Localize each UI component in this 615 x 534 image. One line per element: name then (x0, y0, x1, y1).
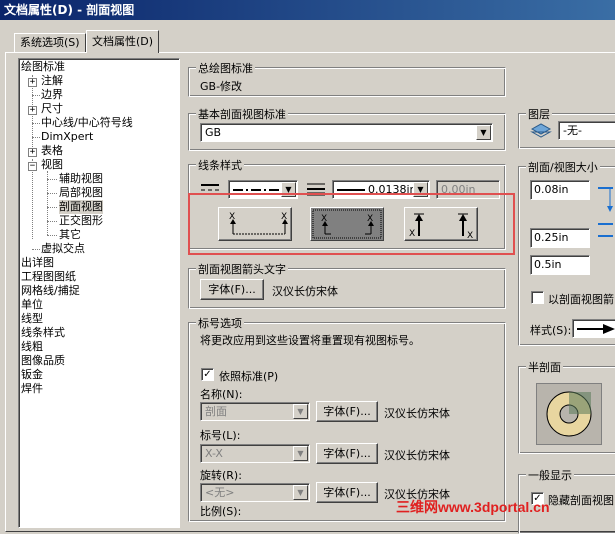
name-label: 名称(N): (200, 388, 243, 401)
rotate-label: 旋转(R): (200, 469, 242, 482)
half-section-preview[interactable] (536, 383, 602, 445)
tree-item-tables[interactable]: 表格 (41, 144, 63, 158)
general-display-label: 一般显示 (526, 467, 574, 483)
id-label: 标号(L): (200, 429, 241, 442)
tree-item-drawing-sheets[interactable]: 工程图图纸 (21, 270, 76, 284)
base-standard-label: 基本剖面视图标准 (196, 106, 288, 122)
layer-icon (530, 121, 552, 139)
section-size-label: 剖面/视图大小 (526, 159, 600, 175)
tree-item-dimensions[interactable]: 尺寸 (41, 102, 63, 116)
tree-item-annotations[interactable]: 注解 (41, 74, 63, 88)
expand-icon[interactable]: + (28, 78, 37, 87)
chevron-down-icon[interactable]: ▼ (293, 446, 308, 461)
label-options-note: 将更改应用到这些设置将重置现有视图标号。 (200, 334, 420, 347)
tree-item-line-style[interactable]: 线条样式 (21, 326, 65, 340)
id-font-button[interactable]: 字体(F)... (316, 443, 378, 464)
id-select[interactable]: X-X ▼ (200, 444, 310, 463)
tree-item-line-thickness[interactable]: 线粗 (21, 340, 43, 354)
tree-item-weldments[interactable]: 焊件 (21, 382, 43, 396)
arrow-text-label: 剖面视图箭头文字 (196, 261, 288, 277)
style-label: 样式(S): (530, 324, 572, 337)
tree-item-centerlines[interactable]: 中心线/中心符号线 (41, 116, 133, 130)
window-title: 文档属性(D) - 剖面视图 (0, 0, 615, 20)
by-section-checkbox[interactable] (531, 291, 544, 304)
rotate-font-button[interactable]: 字体(F)... (316, 482, 378, 503)
base-standard-select[interactable]: GB ▼ (200, 123, 493, 142)
per-standard-checkbox[interactable]: ✓ (201, 368, 214, 381)
arrow-size-diagram-icon (596, 180, 615, 250)
tree-item-other[interactable]: 其它 (59, 228, 81, 242)
tree-item-dimxpert[interactable]: DimXpert (41, 130, 93, 144)
base-standard-value: GB (205, 126, 222, 139)
tree-item-detailing[interactable]: 出详图 (21, 256, 54, 270)
tree-item-line-font[interactable]: 线型 (21, 312, 43, 326)
label-options-label: 标号选项 (196, 315, 244, 331)
name-font-name: 汉仪长仿宋体 (384, 407, 450, 420)
arrow-font-button[interactable]: 字体(F)... (200, 279, 264, 300)
id-value: X-X (205, 447, 223, 460)
arrow-style-select[interactable] (572, 319, 615, 338)
properties-tree[interactable]: 绘图标准 + 注解 边界 + 尺寸 中心线/中心符号线 DimXpert + 表… (18, 58, 180, 528)
layer-label: 图层 (526, 106, 552, 122)
by-section-label: 以剖面视图箭 (548, 293, 614, 306)
tree-item-sheet-metal[interactable]: 钣金 (21, 368, 43, 382)
tree-item-units[interactable]: 单位 (21, 298, 43, 312)
half-section-label: 半剖面 (526, 359, 563, 375)
arrow-font-name: 汉仪长仿宋体 (272, 285, 338, 298)
chevron-down-icon[interactable]: ▼ (476, 125, 491, 140)
name-value: 剖面 (205, 405, 227, 418)
per-standard-label: 依照标准(P) (219, 370, 279, 383)
layer-select[interactable]: -无- (558, 121, 615, 140)
collapse-icon[interactable]: − (28, 162, 37, 171)
name-font-button[interactable]: 字体(F)... (316, 401, 378, 422)
tree-item-image-quality[interactable]: 图像品质 (21, 354, 65, 368)
tab-system-options[interactable]: 系统选项(S) (14, 33, 86, 52)
hide-section-label: 隐藏剖面视图 (548, 494, 614, 507)
section-size-field-1[interactable]: 0.08in (530, 180, 590, 200)
tree-item-border[interactable]: 边界 (41, 88, 63, 102)
highlight-box (188, 193, 515, 255)
overall-standard-label: 总绘图标准 (196, 60, 255, 76)
expand-icon[interactable]: + (28, 106, 37, 115)
name-select[interactable]: 剖面 ▼ (200, 402, 310, 421)
rotate-select[interactable]: <无> ▼ (200, 483, 310, 502)
id-font-name: 汉仪长仿宋体 (384, 449, 450, 462)
tree-item-detail-view[interactable]: 局部视图 (59, 186, 103, 200)
tree-item-section-view[interactable]: 剖面视图 (59, 200, 103, 214)
section-size-field-3[interactable]: 0.5in (530, 255, 590, 275)
tab-document-properties[interactable]: 文档属性(D) (86, 30, 160, 53)
tree-item-virtual-sharp[interactable]: 虚拟交点 (41, 242, 85, 256)
tree-item-orthographic[interactable]: 正交图形 (59, 214, 103, 228)
tree-item-views[interactable]: 视图 (41, 158, 63, 172)
watermark: 三维网www.3dportal.cn (396, 499, 550, 515)
overall-standard-value: GB-修改 (200, 80, 243, 93)
tree-item-grid-snap[interactable]: 网格线/捕捉 (21, 284, 80, 298)
chevron-down-icon[interactable]: ▼ (293, 485, 308, 500)
tree-item-drawing-standard[interactable]: 绘图标准 (21, 60, 65, 74)
tree-item-auxiliary-view[interactable]: 辅助视图 (59, 172, 103, 186)
expand-icon[interactable]: + (28, 148, 37, 157)
section-size-field-2[interactable]: 0.25in (530, 228, 590, 248)
chevron-down-icon[interactable]: ▼ (293, 404, 308, 419)
line-style-label: 线条样式 (196, 157, 244, 173)
rotate-value: <无> (205, 486, 235, 499)
